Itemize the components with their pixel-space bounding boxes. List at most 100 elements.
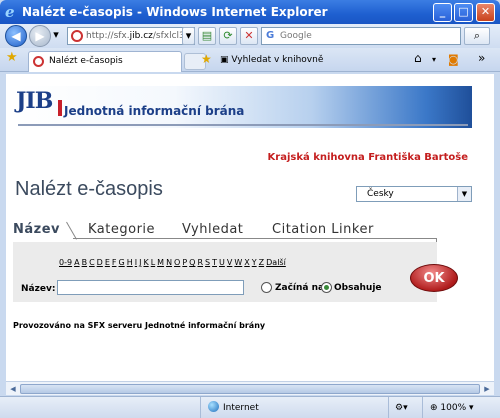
logo-separator xyxy=(58,100,62,116)
scroll-thumb[interactable] xyxy=(20,384,480,394)
alphabet-link[interactable]: X xyxy=(244,258,249,267)
security-zone[interactable]: Internet xyxy=(208,401,259,415)
search-panel: 0-9 A B C D E F G H I J K L M N O P Q R S T U V W X Y Z Další Název… xyxy=(13,242,437,302)
alphabet-link[interactable]: F xyxy=(112,258,117,267)
stop-button[interactable]: ✕ xyxy=(240,27,258,45)
star-icon[interactable]: ★ xyxy=(6,50,18,66)
zoom-level[interactable]: ⊕ 100% ▾ xyxy=(430,401,474,415)
status-bar: Internet ⚙▾ ⊕ 100% ▾ xyxy=(0,396,500,418)
tab-citation-linker[interactable]: Citation Linker xyxy=(272,222,374,237)
ie-logo-icon: e xyxy=(5,3,15,21)
minimize-button[interactable]: _ xyxy=(433,3,452,22)
alphabet-link[interactable]: U xyxy=(219,258,225,267)
alphabet-link[interactable]: S xyxy=(205,258,210,267)
alphabet-link[interactable]: E xyxy=(105,258,110,267)
favicon-icon xyxy=(71,30,83,42)
search-button[interactable]: ⌕ xyxy=(464,27,490,45)
refresh-icon: ⟳ xyxy=(223,29,233,42)
alphabet-index: 0-9 A B C D E F G H I J K L M N O P Q R S T U V W X Y Z Další xyxy=(59,258,288,267)
address-dropdown[interactable]: ▾ xyxy=(182,27,195,45)
scroll-left-icon[interactable]: ◀ xyxy=(7,383,19,395)
alphabet-link[interactable]: R xyxy=(197,258,203,267)
favorites-link[interactable]: ▣ Vyhledat v knihovně xyxy=(220,52,323,68)
tab-kategorie[interactable]: Kategorie xyxy=(88,222,155,237)
zone-label: Internet xyxy=(223,403,259,413)
home-icon[interactable]: ⌂ xyxy=(414,50,422,66)
back-button[interactable]: ◀ xyxy=(5,25,27,47)
alphabet-link[interactable]: Y xyxy=(252,258,257,267)
alphabet-link[interactable]: T xyxy=(212,258,217,267)
compatibility-button[interactable]: ▤ xyxy=(198,27,216,45)
radio-contains-label: Obsahuje xyxy=(334,283,382,293)
tab-bar: ★ Nalézt e-časopis ★ ▣ Vyhledat v knihov… xyxy=(0,48,500,72)
url-prefix: http://sfx. xyxy=(86,31,130,41)
chevron-down-icon: ▼ xyxy=(457,187,471,201)
radio-contains[interactable] xyxy=(321,282,332,293)
home-dropdown[interactable]: ▾ xyxy=(432,52,436,68)
jib-banner: JIB Jednotná informační brána xyxy=(14,86,472,128)
search-icon: ⌕ xyxy=(473,29,481,42)
title-bar: e Nalézt e-časopis - Windows Internet Ex… xyxy=(0,0,500,24)
alphabet-link[interactable]: P xyxy=(182,258,187,267)
address-toolbar: ◀ ▶ ▾ http://sfx.jib.cz/sfxlcl3/a ▾ ▤ ⟳ … xyxy=(0,24,500,48)
stop-icon: ✕ xyxy=(244,29,254,42)
add-favorite-icon[interactable]: ★ xyxy=(201,51,212,67)
close-button[interactable]: ✕ xyxy=(476,3,495,22)
alphabet-link[interactable]: K xyxy=(143,258,148,267)
history-dropdown[interactable]: ▾ xyxy=(49,27,63,45)
alphabet-link[interactable]: H xyxy=(127,258,133,267)
rss-icon[interactable]: ◙ xyxy=(448,52,459,68)
scroll-right-icon[interactable]: ▶ xyxy=(481,383,493,395)
refresh-button[interactable]: ⟳ xyxy=(219,27,237,45)
alphabet-link[interactable]: J xyxy=(139,258,141,267)
forward-button[interactable]: ▶ xyxy=(29,25,51,47)
radio-starts-with[interactable] xyxy=(261,282,272,293)
alphabet-link[interactable]: A xyxy=(74,258,79,267)
alphabet-link[interactable]: Q xyxy=(189,258,195,267)
alphabet-link[interactable]: 0-9 xyxy=(59,258,72,267)
alphabet-link[interactable]: W xyxy=(234,258,242,267)
tab-underline xyxy=(73,238,437,239)
alphabet-link[interactable]: O xyxy=(174,258,180,267)
footer-text: Provozováno na SFX serveru Jednotné info… xyxy=(13,321,266,330)
alphabet-link[interactable]: B xyxy=(82,258,88,267)
alphabet-link[interactable]: Z xyxy=(259,258,264,267)
alphabet-link[interactable]: G xyxy=(119,258,125,267)
language-select[interactable]: Česky ▼ xyxy=(356,186,472,202)
favicon-icon xyxy=(33,56,44,67)
status-divider xyxy=(422,397,423,418)
alphabet-link[interactable]: N xyxy=(166,258,172,267)
status-divider xyxy=(200,397,201,418)
tab-nazev[interactable]: Název xyxy=(13,222,60,237)
more-tools-button[interactable]: » xyxy=(478,50,485,66)
status-divider xyxy=(388,397,389,418)
browser-tab[interactable]: Nalézt e-časopis xyxy=(28,51,182,72)
page-title: Nalézt e-časopis xyxy=(15,178,163,200)
protected-mode-icon[interactable]: ⚙▾ xyxy=(395,401,408,415)
alphabet-link[interactable]: V xyxy=(227,258,232,267)
back-icon: ◀ xyxy=(11,29,21,43)
language-value: Česky xyxy=(367,189,394,199)
window-title: Nalézt e-časopis - Windows Internet Expl… xyxy=(22,5,328,19)
horizontal-scrollbar[interactable]: ◀ ▶ xyxy=(6,381,494,395)
alphabet-link[interactable]: D xyxy=(97,258,103,267)
library-name: Krajská knihovna Františka Bartoše xyxy=(267,152,468,163)
forward-icon: ▶ xyxy=(35,29,45,43)
globe-icon xyxy=(208,401,219,412)
ok-button[interactable]: OK xyxy=(410,264,458,292)
alphabet-link[interactable]: Další xyxy=(266,258,286,267)
address-bar[interactable]: http://sfx.jib.cz/sfxlcl3/a xyxy=(67,27,195,45)
jib-logo: JIB xyxy=(16,88,53,114)
maximize-button[interactable]: □ xyxy=(454,3,473,22)
alphabet-link[interactable]: I xyxy=(135,258,137,267)
url-domain: jib.cz xyxy=(129,31,153,41)
name-label: Název: xyxy=(21,284,56,294)
tab-label: Nalézt e-časopis xyxy=(49,56,123,66)
alphabet-link[interactable]: C xyxy=(89,258,95,267)
search-input[interactable]: G Google xyxy=(261,27,461,45)
name-input[interactable] xyxy=(57,280,244,295)
page-content: JIB Jednotná informační brána Krajská kn… xyxy=(6,74,494,381)
alphabet-link[interactable]: M xyxy=(157,258,164,267)
tab-vyhledat[interactable]: Vyhledat xyxy=(182,222,243,237)
alphabet-link[interactable]: L xyxy=(151,258,155,267)
